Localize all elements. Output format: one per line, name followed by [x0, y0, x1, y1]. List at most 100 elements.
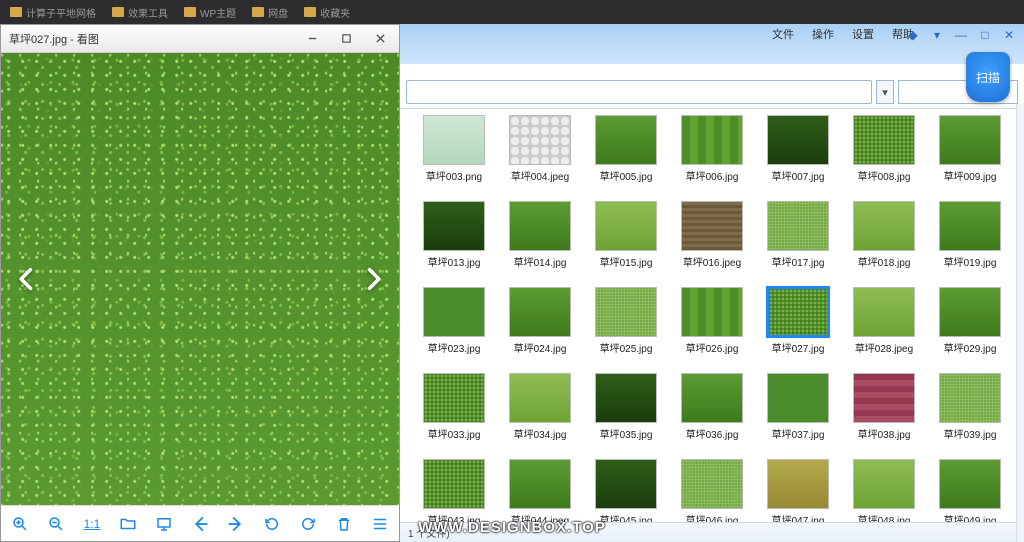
feedback-icon[interactable]: ◆ [902, 26, 924, 44]
delete-button[interactable] [333, 513, 355, 535]
thumbnail-item[interactable]: 草坪036.jpg [672, 373, 752, 441]
maximize-icon[interactable]: □ [974, 26, 996, 44]
thumbnail-item[interactable]: 草坪028.jpeg [844, 287, 924, 355]
more-menu-button[interactable] [369, 513, 391, 535]
minimize-icon[interactable]: — [950, 26, 972, 44]
browser-tab[interactable]: 效果工具 [106, 3, 174, 22]
thumbnail-image [595, 287, 657, 337]
zoom-out-button[interactable] [45, 513, 67, 535]
thumbnail-item[interactable]: 草坪046.jpg [672, 459, 752, 522]
thumbnail-item[interactable]: 草坪024.jpg [500, 287, 580, 355]
thumbnail-image [595, 115, 657, 165]
thumbnail-item[interactable]: 草坪039.jpg [930, 373, 1010, 441]
status-text: 1 个文件) [408, 525, 450, 540]
thumbnail-item[interactable]: 草坪029.jpg [930, 287, 1010, 355]
thumbnail-item[interactable]: 草坪025.jpg [586, 287, 666, 355]
folder-icon [112, 7, 124, 17]
address-dropdown-button[interactable]: ▾ [876, 80, 894, 104]
thumbnail-item[interactable]: 草坪038.jpg [844, 373, 924, 441]
thumbnail-item[interactable]: 草坪027.jpg [758, 287, 838, 355]
thumbnail-label: 草坪025.jpg [600, 340, 653, 355]
thumbnail-grid-container[interactable]: 草坪003.png草坪004.jpeg草坪005.jpg草坪006.jpg草坪0… [400, 108, 1024, 522]
window-controls: ◆ ▾ — □ ✕ [902, 26, 1020, 44]
rotate-cw-button[interactable] [297, 513, 319, 535]
thumbnail-image [939, 201, 1001, 251]
prev-image-button[interactable] [9, 261, 45, 297]
minimize-button[interactable] [295, 28, 329, 50]
thumbnail-item[interactable]: 草坪003.png [414, 115, 494, 183]
menu-file[interactable]: 文件 [772, 26, 794, 42]
thumbnail-item[interactable]: 草坪047.jpg [758, 459, 838, 522]
thumbnail-item[interactable]: 草坪016.jpeg [672, 201, 752, 269]
menu-action[interactable]: 操作 [812, 26, 834, 42]
thumbnail-item[interactable]: 草坪034.jpg [500, 373, 580, 441]
thumbnail-item[interactable]: 草坪026.jpg [672, 287, 752, 355]
thumbnail-item[interactable]: 草坪048.jpg [844, 459, 924, 522]
thumbnail-label: 草坪027.jpg [772, 340, 825, 355]
thumbnail-image [595, 459, 657, 509]
rotate-ccw-button[interactable] [261, 513, 283, 535]
thumbnail-item[interactable]: 草坪049.jpg [930, 459, 1010, 522]
thumbnail-item[interactable]: 草坪013.jpg [414, 201, 494, 269]
thumbnail-item[interactable]: 草坪007.jpg [758, 115, 838, 183]
thumbnail-item[interactable]: 草坪018.jpg [844, 201, 924, 269]
thumbnail-item[interactable]: 草坪006.jpg [672, 115, 752, 183]
thumbnail-item[interactable]: 草坪023.jpg [414, 287, 494, 355]
right-sidebar-edge[interactable] [1016, 104, 1024, 542]
thumbnail-item[interactable]: 草坪017.jpg [758, 201, 838, 269]
scan-button[interactable]: 扫描 [966, 52, 1010, 102]
thumbnail-label: 草坪043.jpg [428, 512, 481, 522]
menu-settings[interactable]: 设置 [852, 26, 874, 42]
slideshow-button[interactable] [153, 513, 175, 535]
close-button[interactable] [363, 28, 397, 50]
thumbnail-item[interactable]: 草坪004.jpeg [500, 115, 580, 183]
thumbnail-item[interactable]: 草坪005.jpg [586, 115, 666, 183]
thumbnail-item[interactable]: 草坪015.jpg [586, 201, 666, 269]
zoom-in-button[interactable] [9, 513, 31, 535]
thumbnail-label: 草坪014.jpg [514, 254, 567, 269]
thumbnail-label: 草坪037.jpg [772, 426, 825, 441]
thumbnail-item[interactable]: 草坪035.jpg [586, 373, 666, 441]
viewer-canvas[interactable] [1, 53, 399, 505]
prev-button[interactable] [189, 513, 211, 535]
browser-tab-strip: 计算子平地网格 效果工具 WP主题 网盘 收藏夹 [0, 0, 1024, 24]
browser-tab[interactable]: WP主题 [178, 3, 242, 22]
viewer-titlebar[interactable]: 草坪027.jpg - 看图 [1, 25, 399, 53]
maximize-button[interactable] [329, 28, 363, 50]
thumbnail-item[interactable]: 草坪043.jpg [414, 459, 494, 522]
viewer-title: 草坪027.jpg - 看图 [9, 31, 99, 47]
thumbnail-item[interactable]: 草坪045.jpg [586, 459, 666, 522]
thumbnail-image [509, 459, 571, 509]
open-folder-button[interactable] [117, 513, 139, 535]
thumbnail-item[interactable]: 草坪008.jpg [844, 115, 924, 183]
actual-size-button[interactable]: 1:1 [81, 513, 103, 535]
thumbnail-item[interactable]: 草坪019.jpg [930, 201, 1010, 269]
thumbnail-item[interactable]: 草坪009.jpg [930, 115, 1010, 183]
dropdown-icon[interactable]: ▾ [926, 26, 948, 44]
thumbnail-item[interactable]: 草坪044.jpeg [500, 459, 580, 522]
thumbnail-image [423, 287, 485, 337]
browser-tab[interactable]: 计算子平地网格 [4, 3, 102, 22]
browser-tab[interactable]: 网盘 [246, 3, 294, 22]
thumbnail-image [939, 115, 1001, 165]
thumbnail-label: 草坪024.jpg [514, 340, 567, 355]
thumbnail-image [509, 201, 571, 251]
thumbnail-label: 草坪016.jpeg [683, 254, 741, 269]
address-input[interactable] [406, 80, 872, 104]
next-image-button[interactable] [355, 261, 391, 297]
thumbnail-label: 草坪033.jpg [428, 426, 481, 441]
close-icon[interactable]: ✕ [998, 26, 1020, 44]
tab-label: 收藏夹 [320, 5, 350, 20]
thumbnail-label: 草坪029.jpg [944, 340, 997, 355]
thumbnail-image [939, 287, 1001, 337]
thumbnail-image [681, 201, 743, 251]
thumbnail-label: 草坪035.jpg [600, 426, 653, 441]
thumbnail-image [853, 201, 915, 251]
scan-label: 扫描 [976, 69, 1000, 86]
thumbnail-item[interactable]: 草坪037.jpg [758, 373, 838, 441]
thumbnail-item[interactable]: 草坪033.jpg [414, 373, 494, 441]
browser-tab[interactable]: 收藏夹 [298, 3, 356, 22]
next-button[interactable] [225, 513, 247, 535]
thumbnail-item[interactable]: 草坪014.jpg [500, 201, 580, 269]
thumbnail-image [767, 201, 829, 251]
